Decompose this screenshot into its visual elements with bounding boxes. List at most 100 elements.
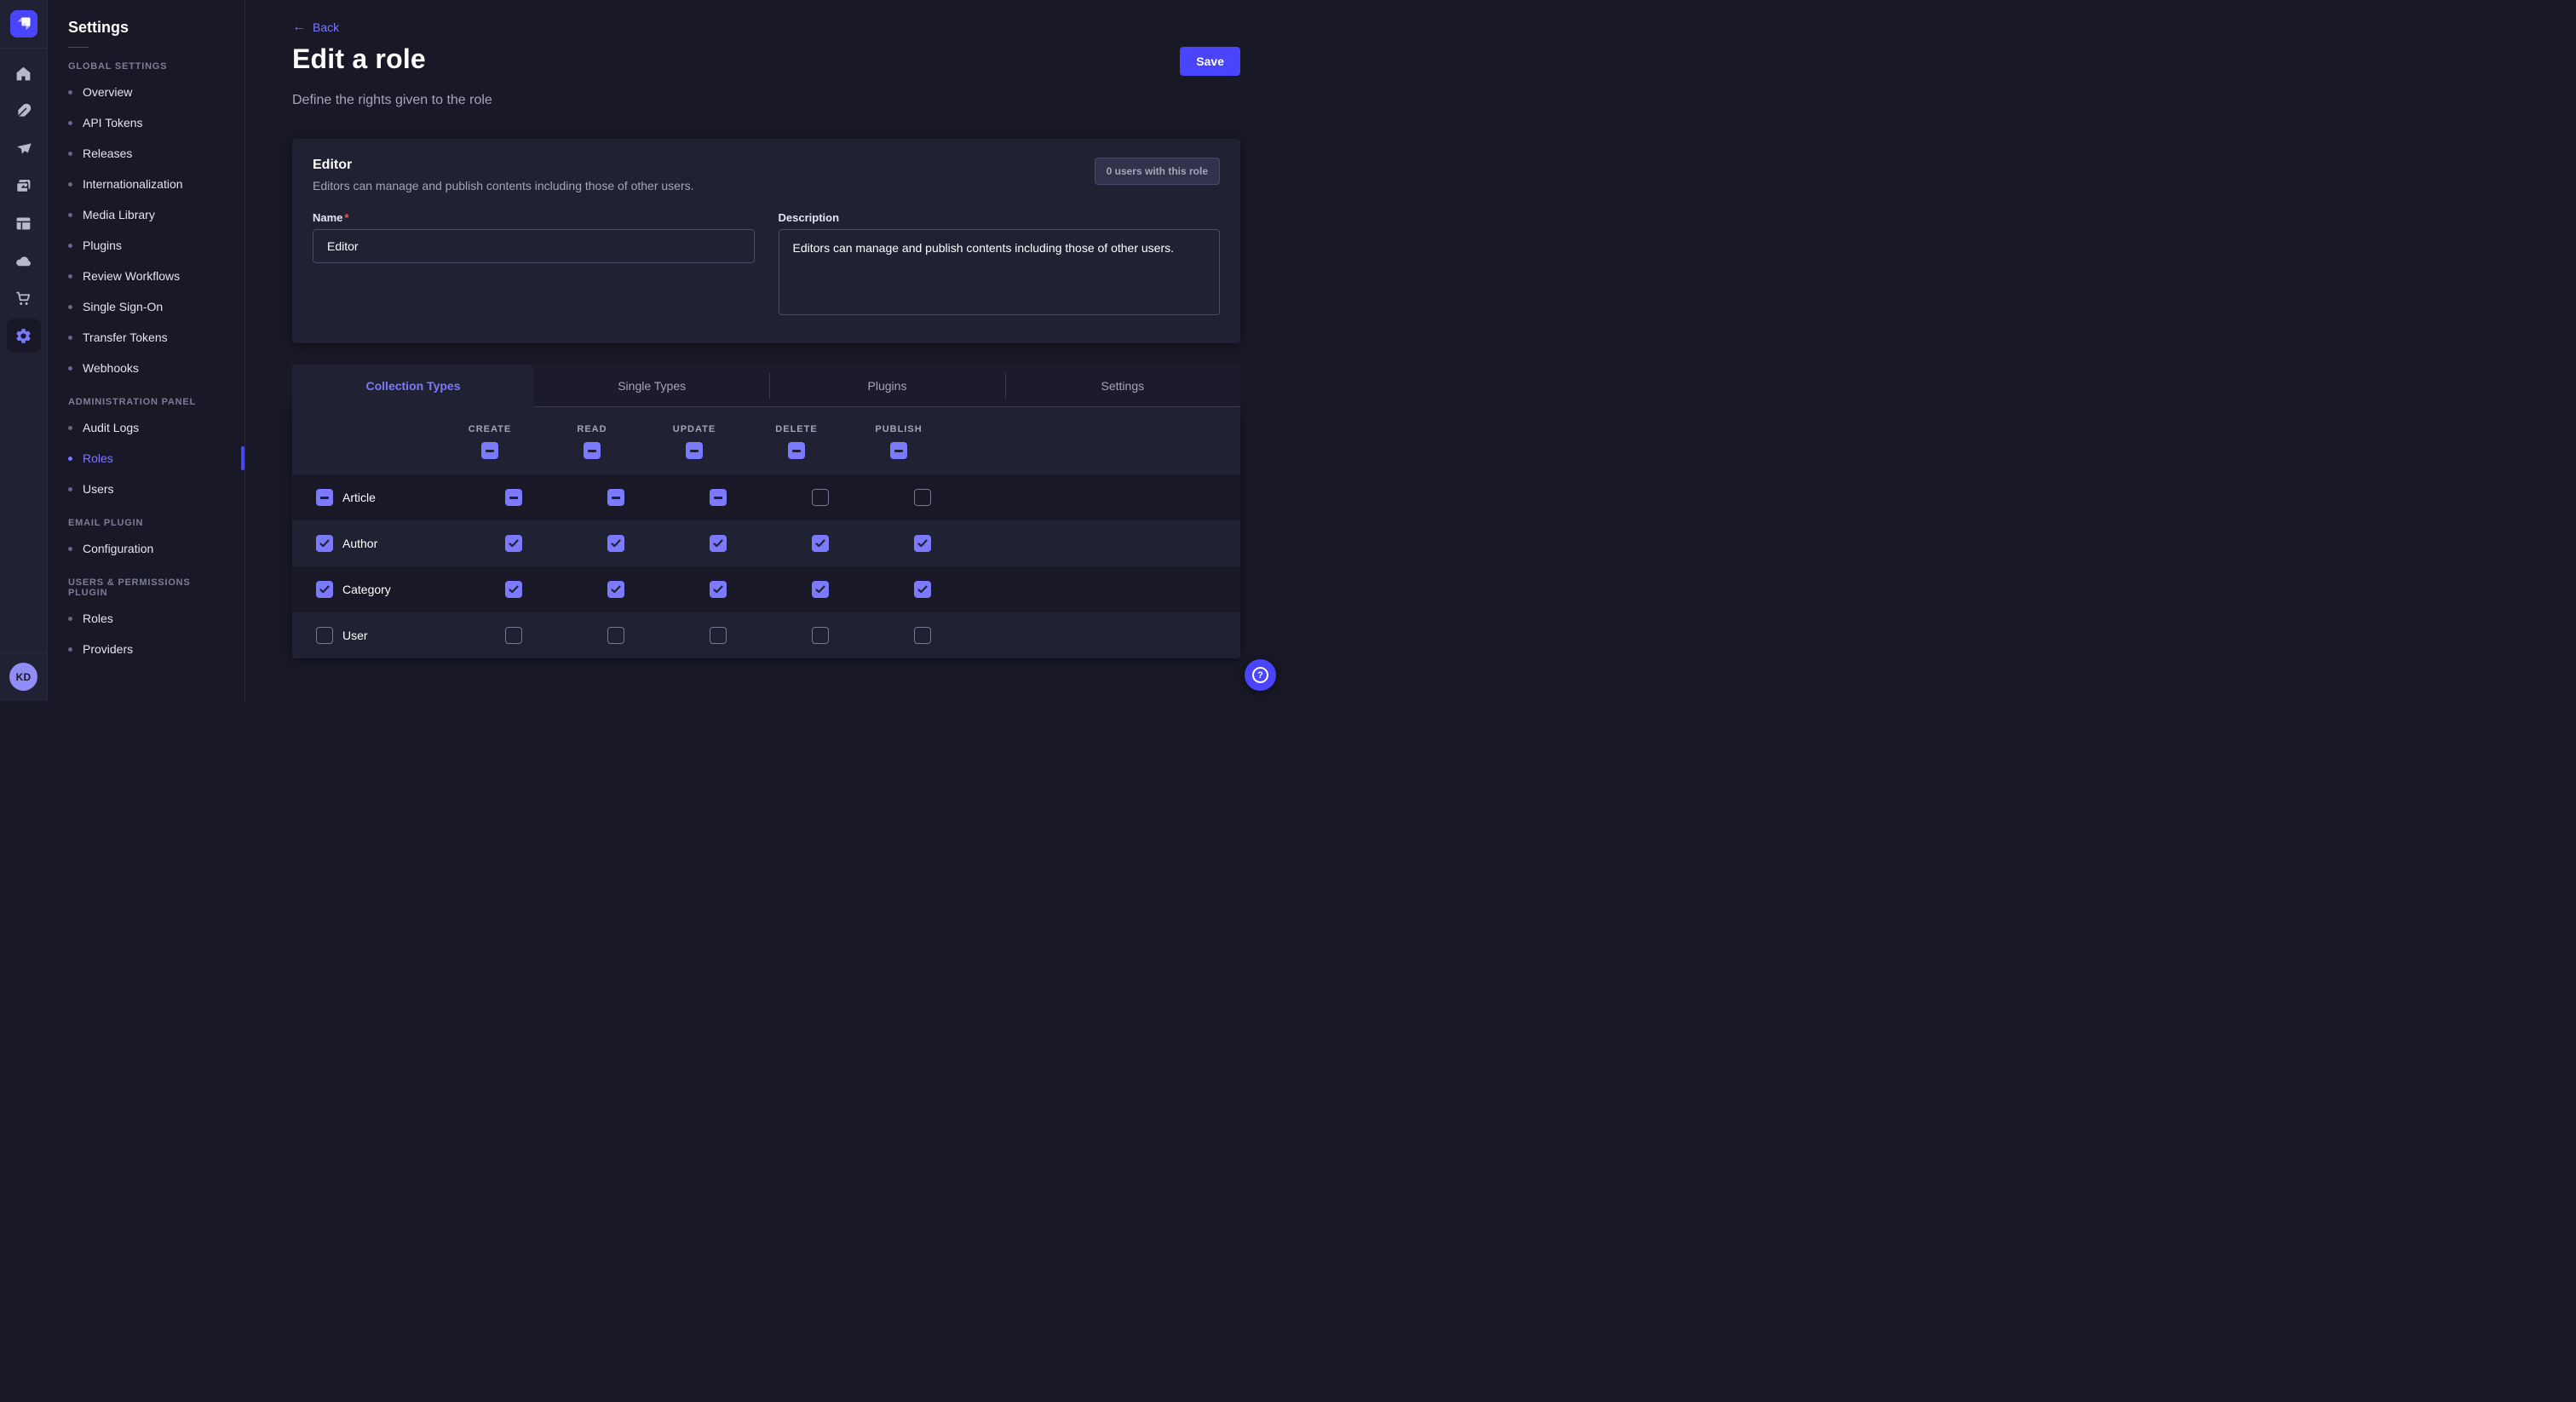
checkbox-author-update[interactable] [710, 535, 727, 552]
checkbox-user-delete[interactable] [812, 627, 829, 644]
row-checkbox-article[interactable] [316, 489, 333, 506]
subnav-item-webhooks[interactable]: Webhooks [48, 353, 244, 383]
bullet-icon [68, 617, 72, 621]
description-field-group: Description Editors can manage and publi… [779, 211, 1221, 319]
subnav-item-label: Roles [83, 612, 113, 625]
nav-content-manager[interactable] [7, 206, 41, 240]
subnav-item-providers[interactable]: Providers [48, 634, 244, 664]
column-checkbox-publish[interactable] [890, 442, 907, 459]
checkbox-author-publish[interactable] [914, 535, 931, 552]
permission-cell [565, 489, 667, 506]
checkbox-category-read[interactable] [607, 581, 624, 598]
permission-cell [769, 581, 871, 598]
nav-media-library[interactable] [7, 169, 41, 203]
subnav-item-api-tokens[interactable]: API Tokens [48, 107, 244, 138]
row-label-cell: Article [316, 489, 463, 506]
paper-plane-icon [14, 140, 32, 158]
subnav-item-users[interactable]: Users [48, 474, 244, 504]
bullet-icon [68, 152, 72, 156]
subnav-item-audit-logs[interactable]: Audit Logs [48, 412, 244, 443]
tab-collection-types[interactable]: Collection Types [292, 365, 534, 407]
checkbox-category-delete[interactable] [812, 581, 829, 598]
subnav-item-label: Overview [83, 85, 132, 99]
subnav-title-divider [68, 47, 89, 48]
bullet-icon [68, 426, 72, 430]
nav-cloud[interactable] [7, 244, 41, 278]
checkbox-user-read[interactable] [607, 627, 624, 644]
nav-content-type-builder[interactable] [7, 94, 41, 128]
subnav-item-review-workflows[interactable]: Review Workflows [48, 261, 244, 291]
subnav-item-label: Review Workflows [83, 269, 180, 283]
subnav-item-single-sign-on[interactable]: Single Sign-On [48, 291, 244, 322]
cloud-icon [14, 252, 32, 270]
feather-icon [14, 102, 32, 120]
subnav-section-email-plugin: EMAIL PLUGIN [68, 518, 224, 528]
column-checkbox-update[interactable] [686, 442, 703, 459]
subnav-item-roles[interactable]: Roles [48, 443, 244, 474]
role-card-title: Editor [313, 158, 694, 173]
subnav-item-media-library[interactable]: Media Library [48, 199, 244, 230]
content-type-name: User [342, 629, 368, 642]
checkbox-user-update[interactable] [710, 627, 727, 644]
role-description-textarea[interactable]: Editors can manage and publish contents … [779, 229, 1221, 315]
main-nav-items [7, 49, 41, 353]
subnav-item-label: Releases [83, 147, 132, 160]
permissions-header: CREATEREADUPDATEDELETEPUBLISH [292, 407, 1240, 474]
nav-settings[interactable] [7, 319, 41, 353]
rail-bottom: KD [0, 652, 48, 701]
checkbox-article-publish[interactable] [914, 489, 931, 506]
column-update: UPDATE [643, 424, 745, 459]
nav-deploy[interactable] [7, 131, 41, 165]
checkbox-author-read[interactable] [607, 535, 624, 552]
row-checkbox-user[interactable] [316, 627, 333, 644]
help-button[interactable]: ? [1245, 659, 1276, 691]
gear-icon [14, 327, 32, 345]
permission-cell [871, 535, 974, 552]
column-checkbox-delete[interactable] [788, 442, 805, 459]
column-create: CREATE [439, 424, 541, 459]
subnav-item-roles[interactable]: Roles [48, 603, 244, 634]
row-checkbox-author[interactable] [316, 535, 333, 552]
tab-settings[interactable]: Settings [1005, 365, 1240, 407]
users-with-role-button[interactable]: 0 users with this role [1095, 158, 1220, 185]
subnav-item-overview[interactable]: Overview [48, 77, 244, 107]
avatar[interactable]: KD [9, 663, 37, 691]
settings-subnav: Settings GLOBAL SETTINGSOverviewAPI Toke… [48, 0, 245, 701]
strapi-logo[interactable] [10, 10, 37, 37]
subnav-item-internationalization[interactable]: Internationalization [48, 169, 244, 199]
subnav-section-administration-panel: ADMINISTRATION PANEL [68, 397, 224, 407]
checkbox-article-read[interactable] [607, 489, 624, 506]
description-label: Description [779, 211, 1221, 224]
subnav-item-releases[interactable]: Releases [48, 138, 244, 169]
column-checkbox-create[interactable] [481, 442, 498, 459]
subnav-item-transfer-tokens[interactable]: Transfer Tokens [48, 322, 244, 353]
permission-cell [871, 627, 974, 644]
tab-label: Single Types [618, 379, 686, 393]
permission-cell [463, 489, 565, 506]
name-field-group: Name* [313, 211, 755, 319]
permission-cell [667, 627, 769, 644]
checkbox-author-delete[interactable] [812, 535, 829, 552]
row-checkbox-category[interactable] [316, 581, 333, 598]
checkbox-category-create[interactable] [505, 581, 522, 598]
checkbox-article-delete[interactable] [812, 489, 829, 506]
save-button[interactable]: Save [1180, 47, 1240, 76]
column-checkbox-read[interactable] [584, 442, 601, 459]
nav-home[interactable] [7, 56, 41, 90]
subnav-item-plugins[interactable]: Plugins [48, 230, 244, 261]
checkbox-user-publish[interactable] [914, 627, 931, 644]
app-root: KD Settings GLOBAL SETTINGSOverviewAPI T… [0, 0, 1288, 701]
subnav-item-configuration[interactable]: Configuration [48, 533, 244, 564]
checkbox-user-create[interactable] [505, 627, 522, 644]
nav-marketplace[interactable] [7, 281, 41, 315]
checkbox-article-create[interactable] [505, 489, 522, 506]
back-link[interactable]: ← Back [292, 20, 339, 34]
tab-plugins[interactable]: Plugins [769, 365, 1004, 407]
checkbox-author-create[interactable] [505, 535, 522, 552]
checkbox-category-update[interactable] [710, 581, 727, 598]
tab-label: Plugins [868, 379, 907, 393]
checkbox-category-publish[interactable] [914, 581, 931, 598]
role-name-input[interactable] [313, 229, 755, 263]
tab-single-types[interactable]: Single Types [534, 365, 769, 407]
checkbox-article-update[interactable] [710, 489, 727, 506]
